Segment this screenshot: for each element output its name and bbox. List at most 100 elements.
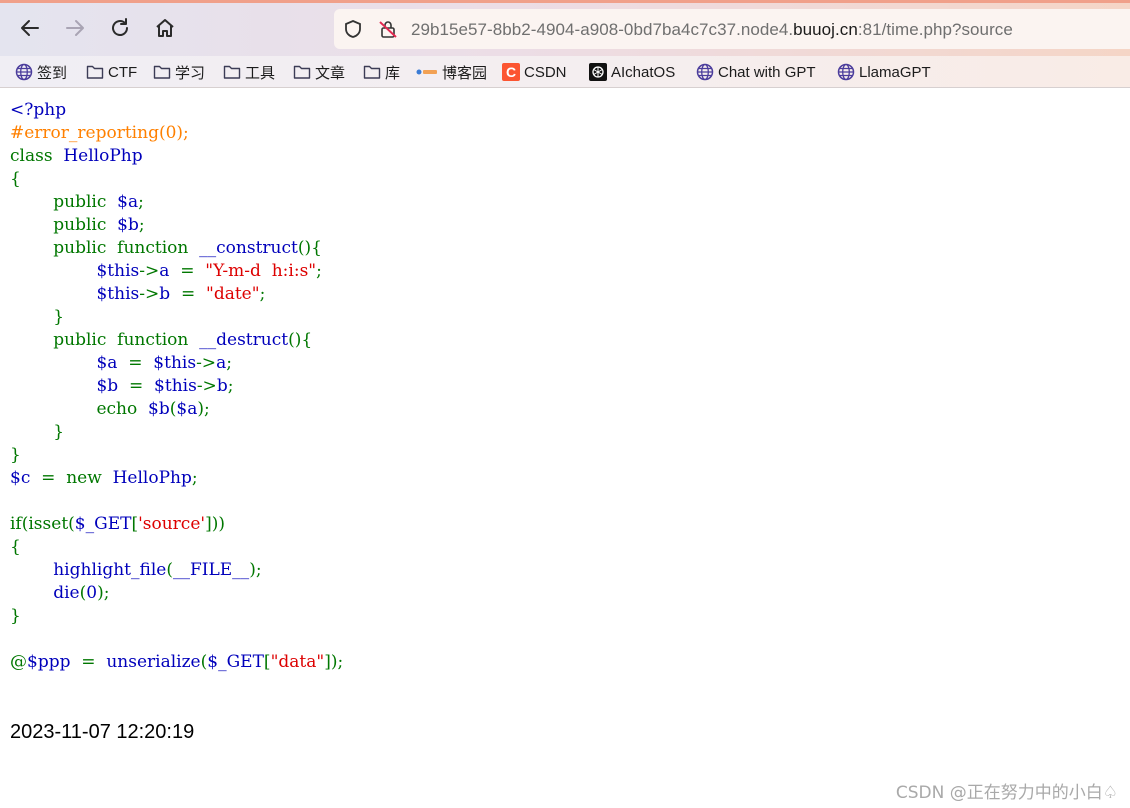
code-variable: $b	[117, 215, 139, 235]
code-brace: }	[10, 606, 21, 626]
shield-icon[interactable]	[343, 19, 363, 39]
code-operator: ->	[196, 376, 217, 396]
globe-icon	[696, 63, 714, 81]
bookmark-llamagpt[interactable]: LlamaGPT	[837, 61, 931, 83]
code-keyword: isset	[28, 514, 69, 534]
insecure-lock-icon[interactable]	[378, 19, 398, 39]
csdn-icon: C	[502, 63, 520, 81]
bookmark-label: Chat with GPT	[718, 63, 816, 81]
reload-icon	[112, 18, 128, 36]
code-variable: $b	[96, 376, 119, 396]
code-function: unserialize	[106, 652, 201, 672]
code-brace: }	[10, 445, 21, 465]
code-keyword: if	[10, 514, 22, 534]
bookmark-xuexi[interactable]: 学习	[153, 61, 205, 83]
code-keyword: echo	[96, 399, 138, 419]
code-line: <?php	[10, 100, 67, 120]
code-keyword: new	[66, 468, 102, 488]
code-variable: $this	[153, 353, 197, 373]
code-variable: $_GET	[74, 514, 132, 534]
code-operator: ->	[139, 261, 160, 281]
bookmark-chat-with-gpt[interactable]: Chat with GPT	[696, 61, 816, 83]
browser-toolbar: 29b15e57-8bb2-4904-a908-0bd7ba4c7c37.nod…	[0, 0, 1130, 56]
php-source-code: <?php #error_reporting(0); class HelloPh…	[10, 100, 344, 672]
bookmark-gongju[interactable]: 工具	[223, 61, 275, 83]
code-string: "Y-m-d h:i:s"	[205, 261, 317, 281]
forward-arrow-icon	[66, 20, 84, 36]
bookmark-ku[interactable]: 库	[363, 61, 400, 83]
folder-icon	[153, 63, 171, 81]
folder-icon	[86, 63, 104, 81]
code-operator: ->	[139, 284, 160, 304]
code-identifier: b	[159, 284, 171, 304]
bookmark-label: CSDN	[524, 63, 567, 81]
bookmark-cnblogs[interactable]: 博客园	[416, 61, 487, 83]
code-keyword: function	[117, 238, 189, 258]
back-arrow-icon	[21, 20, 39, 36]
code-identifier: a	[216, 353, 227, 373]
code-variable: $_GET	[207, 652, 264, 672]
code-string: 'source'	[138, 514, 206, 534]
code-function: highlight_file	[53, 560, 167, 580]
bookmark-label: 学习	[175, 64, 206, 82]
code-keyword: public	[53, 238, 107, 258]
bookmark-label: 库	[385, 64, 401, 82]
code-string: "date"	[206, 284, 260, 304]
code-keyword: public	[53, 192, 107, 212]
code-brace: {	[10, 169, 21, 189]
bookmarks-bar: 签到 CTF 学习 工具 文章 库 博客园 C CSDN AIchatOS Ch…	[0, 56, 1130, 88]
folder-icon	[293, 63, 311, 81]
globe-icon	[837, 63, 855, 81]
reload-button[interactable]	[105, 13, 135, 43]
folder-icon	[363, 63, 381, 81]
address-bar[interactable]: 29b15e57-8bb2-4904-a908-0bd7ba4c7c37.nod…	[334, 9, 1130, 49]
code-variable: $a	[176, 399, 198, 419]
svg-text:C: C	[506, 64, 516, 80]
code-string: "data"	[270, 652, 325, 672]
openai-icon	[589, 63, 607, 81]
url-suffix: :81/time.php?source	[857, 20, 1013, 39]
back-button[interactable]	[15, 13, 45, 43]
code-constant: __FILE__	[172, 560, 250, 580]
bookmark-label: 工具	[245, 64, 276, 82]
bookmark-label: AIchatOS	[611, 63, 676, 81]
bookmark-label: LlamaGPT	[859, 63, 931, 81]
code-identifier: __construct	[199, 238, 298, 258]
code-brace: {	[10, 537, 21, 557]
code-keyword: function	[117, 330, 189, 350]
code-variable: $a	[117, 192, 139, 212]
code-variable: $a	[96, 353, 118, 373]
url-prefix: 29b15e57-8bb2-4904-a908-0bd7ba4c7c37.nod…	[411, 20, 794, 39]
code-variable: $this	[154, 376, 197, 396]
code-variable: $this	[96, 261, 140, 281]
bookmark-csdn[interactable]: C CSDN	[502, 61, 567, 83]
code-variable: $this	[96, 284, 140, 304]
code-keyword: class	[10, 146, 53, 166]
bookmark-ctf[interactable]: CTF	[86, 61, 137, 83]
bookmark-wenzhang[interactable]: 文章	[293, 61, 345, 83]
bookmark-aichatos[interactable]: AIchatOS	[589, 61, 675, 83]
code-comment: #error_reporting(0);	[10, 123, 189, 143]
url-text[interactable]: 29b15e57-8bb2-4904-a908-0bd7ba4c7c37.nod…	[411, 20, 1013, 40]
code-operator: @	[10, 652, 27, 672]
url-domain: buuoj.cn	[793, 20, 858, 39]
code-variable: $ppp	[27, 652, 71, 672]
page-output-text: 2023-11-07 12:20:19	[10, 721, 195, 743]
bookmark-qiandao[interactable]: 签到	[15, 61, 67, 83]
code-brace: }	[53, 422, 65, 442]
code-identifier: a	[159, 261, 170, 281]
code-operator: ->	[196, 353, 217, 373]
watermark: CSDN @正在努力中的小白♤	[895, 783, 1118, 803]
code-identifier: HelloPhp	[63, 146, 143, 166]
globe-icon	[15, 63, 33, 81]
code-number: 0	[86, 583, 98, 603]
code-keyword: public	[53, 330, 107, 350]
code-variable: $b	[148, 399, 170, 419]
home-button[interactable]	[150, 13, 180, 43]
code-identifier: b	[216, 376, 228, 396]
bookmark-label: 文章	[315, 64, 346, 82]
forward-button[interactable]	[60, 13, 90, 43]
code-keyword: public	[53, 215, 107, 235]
home-icon	[156, 19, 174, 37]
bookmark-label: 签到	[37, 64, 68, 82]
